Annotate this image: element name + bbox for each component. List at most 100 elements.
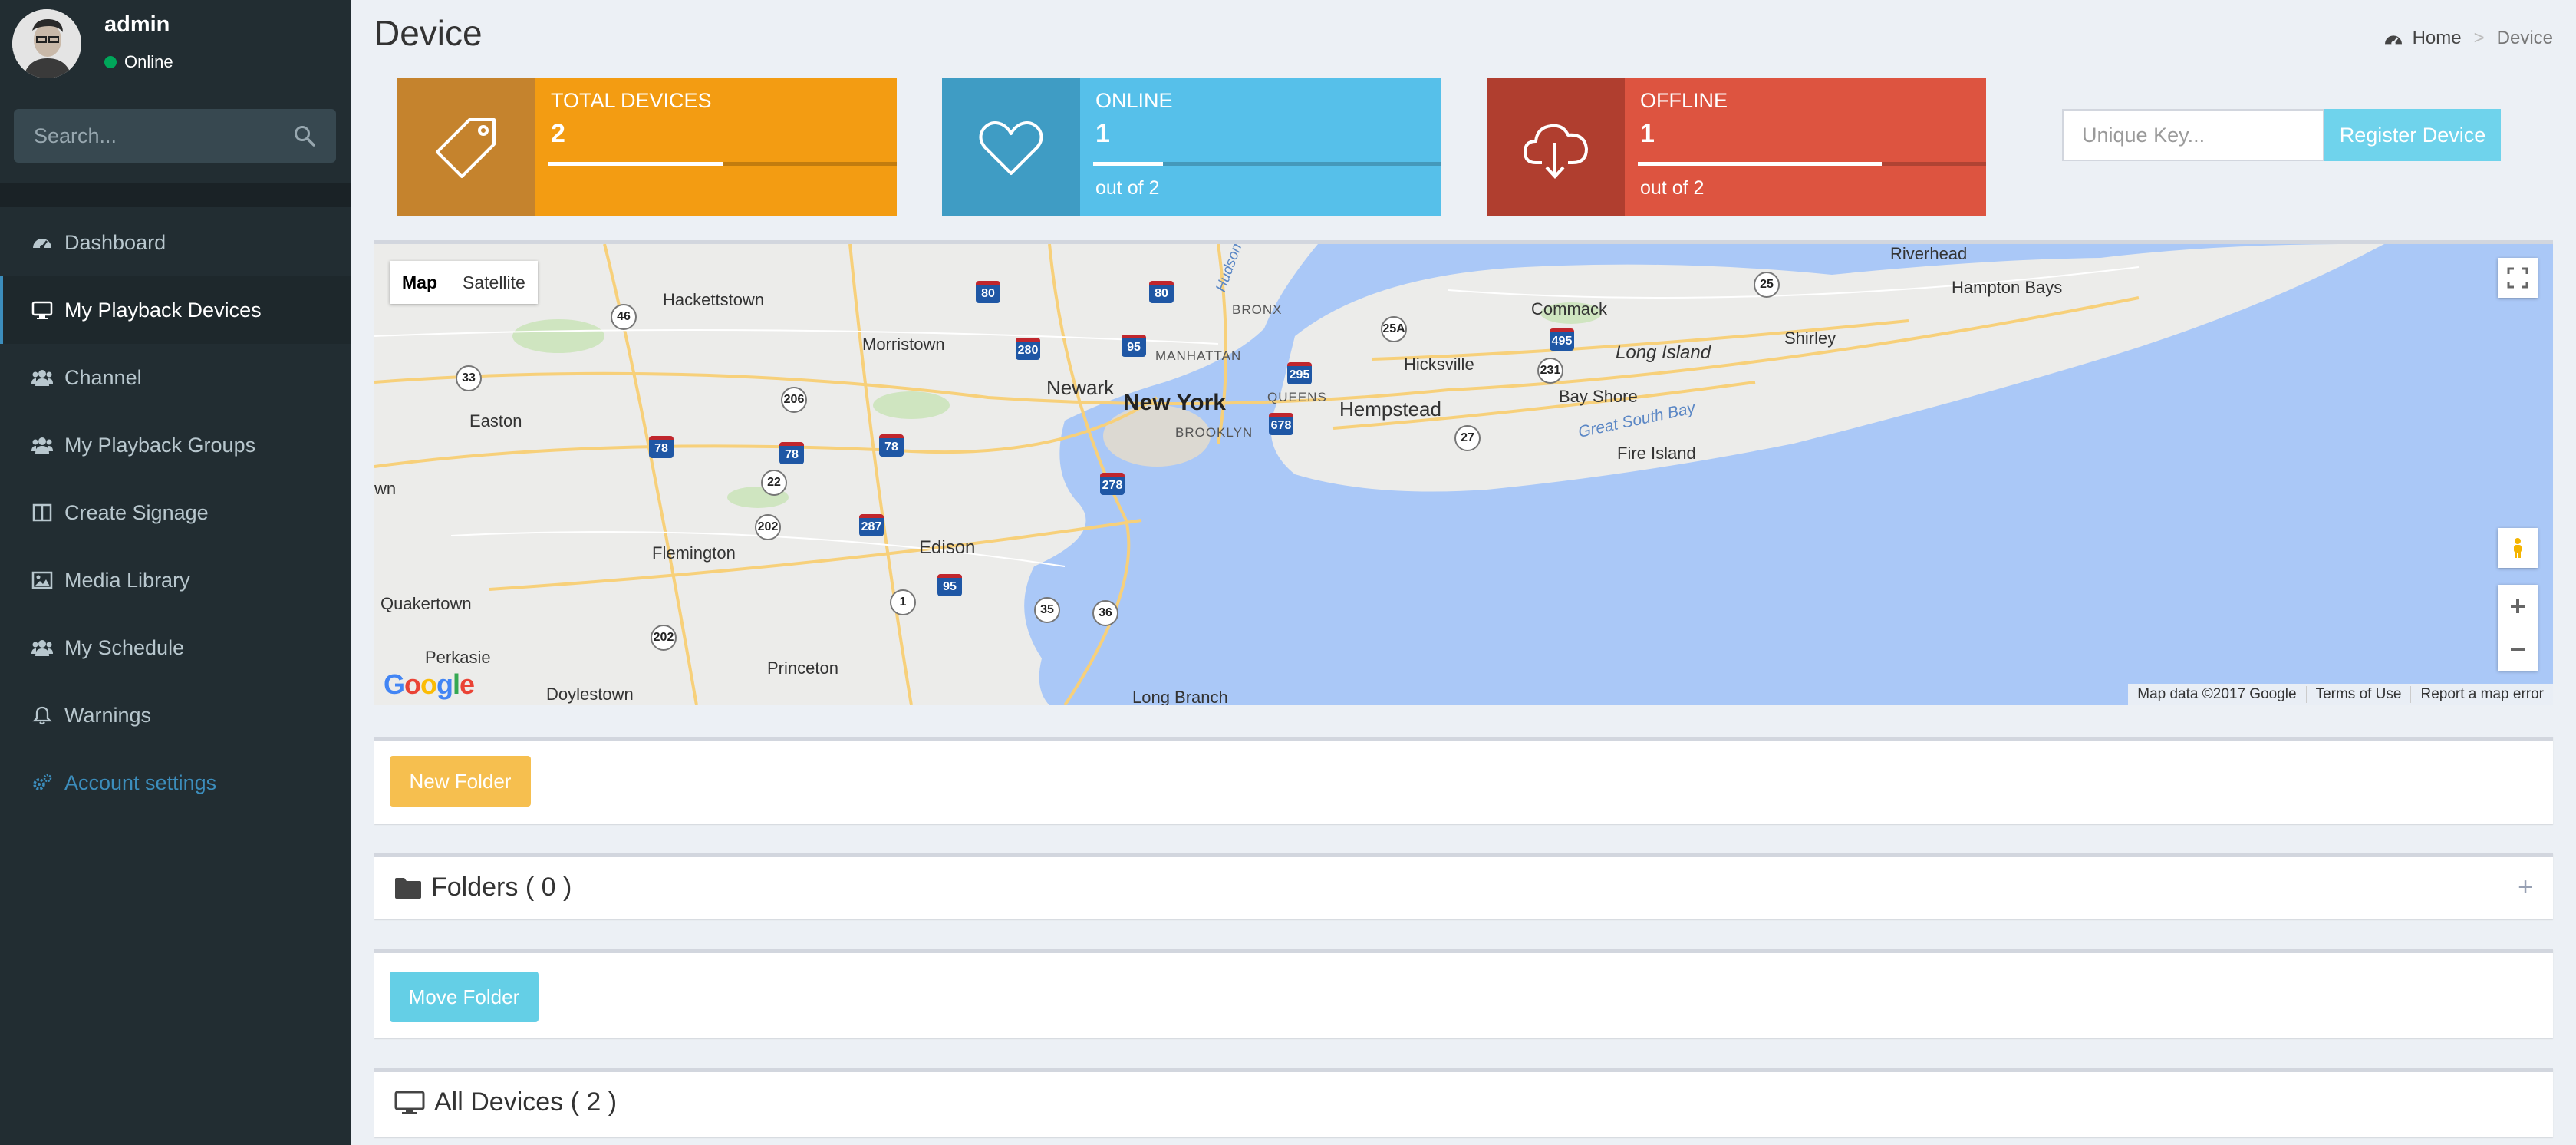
total-devices-box: TOTAL DEVICES 2 (397, 78, 897, 216)
total-devices-label: TOTAL DEVICES (551, 89, 712, 112)
device-map[interactable]: Hackettstown Morristown Newark New York … (374, 240, 2553, 705)
gears-icon (29, 772, 55, 794)
progress-fill (548, 162, 723, 166)
sidebar-item-channel[interactable]: Channel (0, 344, 351, 411)
sidebar-item-my-playback-groups[interactable]: My Playback Groups (0, 411, 351, 479)
info-icon-area (942, 78, 1080, 216)
desktop-icon (29, 299, 55, 321)
highway-shield-icon: 295 (1287, 362, 1312, 384)
folders-title-label: Folders ( 0 ) (431, 873, 572, 902)
folders-box: Folders ( 0 ) + (374, 853, 2553, 919)
map-type-map-button[interactable]: Map (390, 261, 450, 304)
sidebar-item-label: Account settings (64, 770, 217, 794)
map-place-label: Quakertown (380, 594, 472, 613)
sidebar-nav: Dashboard My Playback Devices Channel My… (0, 209, 351, 817)
highway-shield-icon: 95 (937, 574, 962, 596)
google-logo: Google (384, 668, 475, 700)
progress-fill (1093, 162, 1163, 166)
info-text: ONLINE 1 out of 2 (1093, 78, 1441, 216)
tag-icon (436, 117, 496, 178)
sidebar-item-label: My Schedule (64, 635, 185, 659)
route-shield-icon: 202 (651, 625, 677, 651)
sidebar-item-label: Create Signage (64, 500, 209, 524)
sidebar-item-account-settings[interactable]: Account settings (0, 749, 351, 817)
page-title: Device (374, 13, 483, 53)
zoom-in-button[interactable]: + (2498, 585, 2538, 628)
map-place-label: Doylestown (546, 685, 634, 704)
offline-subtext: out of 2 (1640, 177, 1705, 199)
progress-fill (1638, 162, 1882, 166)
breadcrumb-separator: > (2473, 28, 2485, 48)
map-place-label: Princeton (767, 658, 838, 678)
info-icon-area (1487, 78, 1625, 216)
dashboard-icon (2384, 35, 2402, 46)
route-shield-icon: 25A (1381, 316, 1407, 342)
total-devices-progress (548, 162, 897, 166)
folders-expand-button[interactable]: + (2518, 873, 2533, 902)
map-place-label: BRONX (1232, 302, 1283, 317)
sidebar-item-create-signage[interactable]: Create Signage (0, 479, 351, 546)
search-input[interactable] (14, 109, 287, 163)
highway-shield-icon: 78 (879, 434, 904, 457)
online-label: ONLINE (1095, 89, 1173, 112)
breadcrumb-home[interactable]: Home (2413, 28, 2462, 49)
fullscreen-button[interactable] (2498, 258, 2538, 298)
sidebar-item-my-playback-devices[interactable]: My Playback Devices (0, 276, 351, 344)
zoom-out-button[interactable]: − (2498, 628, 2538, 671)
map-place-label: wn (374, 479, 397, 498)
unique-key-input[interactable] (2062, 109, 2324, 161)
avatar[interactable] (12, 9, 81, 78)
map-report-error-link[interactable]: Report a map error (2410, 686, 2553, 703)
map-data-credit: Map data ©2017 Google (2137, 686, 2297, 702)
map-place-label: Newark (1046, 376, 1115, 399)
user-status: Online (104, 52, 173, 72)
route-shield-icon: 46 (611, 304, 637, 330)
map-place-label: New York (1123, 390, 1226, 415)
sidebar-search (14, 109, 336, 163)
users-icon (29, 637, 55, 658)
map-place-label: Hicksville (1404, 355, 1474, 374)
map-place-label: Hackettstown (663, 290, 765, 309)
sidebar-item-label: Channel (64, 365, 142, 389)
online-devices-box: ONLINE 1 out of 2 (942, 78, 1441, 216)
route-shield-icon: 231 (1537, 358, 1563, 384)
search-icon[interactable] (293, 124, 316, 147)
new-folder-button[interactable]: New Folder (390, 756, 531, 807)
move-folder-box: Move Folder (374, 949, 2553, 1038)
users-icon (29, 434, 55, 456)
sidebar-item-label: My Playback Groups (64, 433, 256, 457)
map-place-label: Riverhead (1890, 244, 1968, 263)
breadcrumb-current: Device (2496, 28, 2553, 48)
sidebar-item-warnings[interactable]: Warnings (0, 681, 351, 749)
highway-shield-icon: 678 (1269, 413, 1293, 435)
total-devices-value: 2 (551, 119, 565, 148)
columns-icon (29, 502, 55, 523)
all-devices-box: All Devices ( 2 ) (374, 1068, 2553, 1137)
user-status-label: Online (124, 52, 173, 71)
sidebar-item-my-schedule[interactable]: My Schedule (0, 614, 351, 681)
register-device-button[interactable]: Register Device (2324, 109, 2501, 161)
highway-shield-icon: 78 (779, 442, 804, 464)
route-shield-icon: 1 (890, 589, 916, 615)
user-name: admin (104, 12, 170, 37)
street-view-button[interactable] (2498, 528, 2538, 568)
highway-shield-icon: 278 (1100, 473, 1125, 495)
map-place-label: Flemington (652, 543, 736, 563)
sidebar-item-dashboard[interactable]: Dashboard (0, 209, 351, 276)
dashboard-icon (29, 232, 55, 253)
map-type-satellite-button[interactable]: Satellite (450, 261, 538, 304)
info-text: TOTAL DEVICES 2 (548, 78, 897, 216)
heart-icon (979, 120, 1043, 175)
online-progress (1093, 162, 1441, 166)
move-folder-button[interactable]: Move Folder (390, 972, 539, 1022)
user-panel: admin Online (12, 9, 342, 78)
zoom-controls: + − (2498, 585, 2538, 671)
highway-shield-icon: 80 (976, 281, 1000, 303)
online-status-icon (104, 56, 117, 68)
offline-progress (1638, 162, 1986, 166)
map-place-label: Easton (469, 411, 522, 431)
map-place-label: MANHATTAN (1155, 348, 1242, 363)
map-terms-link[interactable]: Terms of Use (2305, 686, 2411, 703)
sidebar-item-media-library[interactable]: Media Library (0, 546, 351, 614)
map-place-label: Commack (1531, 299, 1608, 318)
